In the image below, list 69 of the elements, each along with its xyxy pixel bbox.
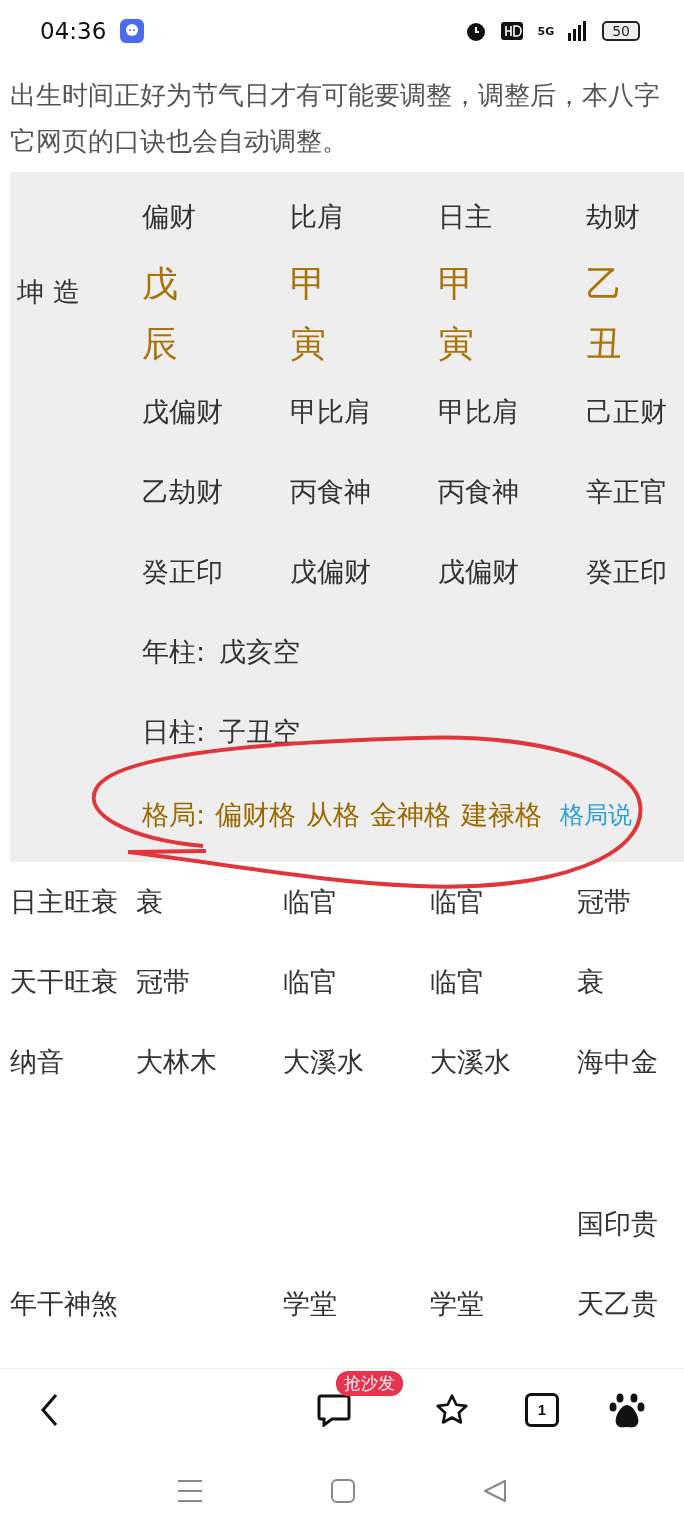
table-cell-text: 国印贵 [577, 1207, 659, 1241]
table-cell-text: 学堂 [283, 1287, 338, 1321]
stem-char: 乙 [586, 262, 623, 306]
network-label: 5G [537, 24, 555, 38]
battery-level: 50 [602, 21, 640, 41]
table-cell-text: 学堂 [430, 1287, 485, 1321]
alarm-icon [465, 20, 488, 42]
row-label: 天干旺衰 [10, 965, 119, 999]
tab-count-button[interactable]: 1 [525, 1392, 559, 1427]
table-cell-text: 临官 [430, 885, 485, 919]
ten-god-label: 偏财 [142, 200, 197, 234]
ten-god-label: 日主 [438, 200, 493, 234]
hidden-stem: 癸正印 [142, 555, 224, 589]
branch-char: 辰 [142, 322, 179, 366]
table-cell-text: 大林木 [136, 1045, 218, 1079]
table-cell-text: 临官 [430, 965, 485, 999]
pattern-value: 金神格 [370, 797, 452, 832]
comment-button[interactable] [316, 1392, 352, 1427]
gender-label: 坤 造 [16, 275, 81, 309]
table-cell-text: 临官 [283, 885, 338, 919]
notice-text: 它网页的口诀也会自动调整。 [10, 125, 348, 158]
void-label: 日柱: [142, 715, 206, 749]
branch-char: 寅 [438, 322, 475, 366]
table-cell-text: 冠带 [577, 885, 632, 919]
hidden-stem: 辛正官 [586, 475, 668, 509]
branch-char: 丑 [586, 322, 623, 366]
row-label: 纳音 [10, 1045, 65, 1079]
pattern-value: 建禄格 [461, 797, 543, 832]
branch-char: 寅 [290, 322, 327, 366]
table-cell-text: 大溪水 [430, 1045, 512, 1079]
signal-icon [568, 21, 589, 41]
stem-char: 甲 [438, 262, 475, 306]
hidden-stem: 丙食神 [290, 475, 372, 509]
hidden-stem: 戊偏财 [142, 395, 224, 429]
void-label: 年柱: [142, 635, 206, 669]
table-cell-text: 天乙贵 [577, 1287, 659, 1321]
row-label: 日主旺衰 [10, 885, 119, 919]
hidden-stem: 戊偏财 [290, 555, 372, 589]
table-cell-text: 衰 [577, 965, 605, 999]
hidden-stem: 戊偏财 [438, 555, 520, 589]
table-cell-text: 衰 [136, 885, 164, 919]
stem-char: 甲 [290, 262, 327, 306]
row-label: 年干神煞 [10, 1287, 119, 1321]
table-cell-text: 临官 [283, 965, 338, 999]
back-triangle-button[interactable] [483, 1478, 507, 1503]
notice-text: 出生时间正好为节气日才有可能要调整，调整后，本八字 [10, 79, 660, 112]
hidden-stem: 甲比肩 [290, 395, 372, 429]
table-cell-text: 大溪水 [283, 1045, 365, 1079]
comment-badge: 抢沙发 [336, 1370, 403, 1396]
hd-icon [501, 22, 524, 40]
table-cell-text: 海中金 [577, 1045, 659, 1079]
hidden-stem: 甲比肩 [438, 395, 520, 429]
hidden-stem: 己正财 [586, 395, 668, 429]
ten-god-label: 比肩 [290, 200, 345, 234]
table-cell-text: 冠带 [136, 965, 191, 999]
hidden-stem: 乙劫财 [142, 475, 224, 509]
status-time: 04:36 [40, 18, 107, 44]
hidden-stem: 癸正印 [586, 555, 668, 589]
hidden-stem: 丙食神 [438, 475, 520, 509]
paw-icon[interactable] [609, 1391, 645, 1428]
app-icon [120, 19, 145, 43]
void-value: 戊亥空 [219, 635, 301, 669]
stem-char: 戊 [142, 262, 179, 306]
menu-icon[interactable] [177, 1478, 203, 1503]
pattern-value: 偏财格 [215, 797, 297, 832]
pattern-label: 格局: [142, 797, 206, 832]
home-button[interactable] [331, 1478, 355, 1503]
pattern-value: 从格 [306, 797, 361, 832]
ten-god-label: 劫财 [586, 200, 641, 234]
